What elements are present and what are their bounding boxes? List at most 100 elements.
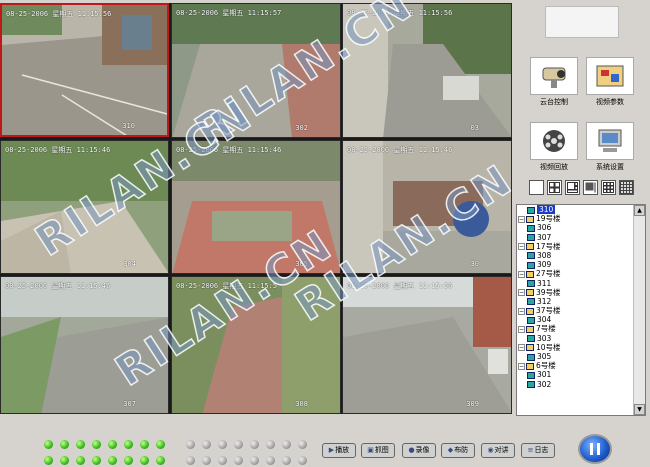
tree-camera-item[interactable]: 308 xyxy=(517,251,634,260)
control-button-3[interactable]: ●录像 xyxy=(402,443,436,458)
camera-view-309[interactable]: 08-25-2006 星期五 11:15:56 309 xyxy=(342,276,512,414)
camera-view-307[interactable]: 08-25-2006 星期五 11:15:46 307 xyxy=(0,276,169,414)
camera-scene-image xyxy=(1,141,168,273)
control-button-label: 布防 xyxy=(454,446,469,454)
intercom-icon: ◉ xyxy=(487,446,494,454)
camera-view-304[interactable]: 08-25-2006 星期五 11:15:46 304 xyxy=(0,140,169,274)
tree-item-label: 6号楼 xyxy=(536,361,556,371)
camera-view-302[interactable]: 08-25-2006 星期五 11:15:57 302 xyxy=(171,3,341,138)
camera-icon xyxy=(527,335,535,343)
tree-camera-item[interactable]: 307 xyxy=(517,233,634,242)
collapse-icon[interactable]: − xyxy=(518,270,525,278)
status-led-top-16 xyxy=(298,440,307,449)
sixteen-view-icon[interactable] xyxy=(619,180,634,195)
timestamp: 08-25-2006 星期五 11:15:56 xyxy=(6,10,112,18)
camera-icon xyxy=(527,252,535,260)
camera-tree[interactable]: 310 − 19号楼 306 307 − 17号楼 308 309 − 27号楼 311 − 39号楼 31… xyxy=(516,204,646,416)
tree-camera-item[interactable]: 306 xyxy=(517,223,634,232)
layout-selector xyxy=(529,180,647,198)
tree-group[interactable]: − 10号楼 xyxy=(517,343,634,352)
tree-camera-item[interactable]: 304 xyxy=(517,315,634,324)
camera-icon xyxy=(527,371,535,379)
six-view-icon[interactable] xyxy=(565,180,580,195)
collapse-icon[interactable]: − xyxy=(518,307,525,315)
camera-scene-image xyxy=(172,141,340,273)
camera-view-305[interactable]: 08-25-2006 星期五 11:15:46 305 xyxy=(171,140,341,274)
single-view-icon[interactable] xyxy=(529,180,544,195)
status-led-top-15 xyxy=(282,440,291,449)
quad-view-icon[interactable] xyxy=(547,180,562,195)
tree-item-label: 309 xyxy=(537,260,552,270)
control-button-5[interactable]: ◉对讲 xyxy=(481,443,515,458)
nine-view-icon[interactable] xyxy=(601,180,616,195)
tree-camera-item[interactable]: 301 xyxy=(517,370,634,379)
collapse-icon[interactable]: − xyxy=(518,289,525,297)
tree-item-label: 312 xyxy=(537,296,552,306)
camera-scene-image xyxy=(172,4,340,137)
status-led-top-14 xyxy=(266,440,275,449)
control-button-label: 日志 xyxy=(534,446,549,454)
collapse-icon[interactable]: − xyxy=(518,215,525,223)
camera-view-03[interactable]: 08-25-2006 星期五 11:15:56 03 xyxy=(342,3,512,138)
camera-grid: 08-25-2006 星期五 11:15:56 310 08-25-2006 星… xyxy=(0,0,522,414)
pause-button[interactable] xyxy=(578,434,612,464)
camera-scene-image xyxy=(2,5,167,135)
tree-item-label: 307 xyxy=(537,232,552,242)
camera-icon xyxy=(527,224,535,232)
camera-number: 305 xyxy=(295,260,308,268)
tree-camera-item[interactable]: 302 xyxy=(517,380,634,389)
tree-item-label: 10号楼 xyxy=(536,342,561,352)
control-button-6[interactable]: ≡日志 xyxy=(521,443,555,458)
status-led-top-3 xyxy=(76,440,85,449)
video-playback-button[interactable]: 视频回放 xyxy=(529,122,579,172)
tree-scrollbar[interactable]: ▲ ▼ xyxy=(633,205,645,415)
camera-number: 309 xyxy=(466,400,479,408)
folder-icon xyxy=(526,215,534,223)
timestamp: 08-25-2006 星期五 11:15:56 xyxy=(347,282,453,290)
status-led-top-10 xyxy=(202,440,211,449)
video-params-button[interactable]: 视频参数 xyxy=(585,57,635,107)
folder-icon xyxy=(526,289,534,297)
tree-camera-item[interactable]: 311 xyxy=(517,279,634,288)
tree-camera-item[interactable]: 310 xyxy=(517,205,634,214)
eight-view-icon[interactable] xyxy=(583,180,598,195)
camera-view-310[interactable]: 08-25-2006 星期五 11:15:56 310 xyxy=(0,3,169,137)
control-bar: ▶播放 ▣抓图 ●录像 ◆布防 ◉对讲 ≡日志 xyxy=(0,420,650,467)
status-led-top-4 xyxy=(92,440,101,449)
collapse-icon[interactable]: − xyxy=(518,362,525,370)
status-led-bottom-10 xyxy=(202,456,211,465)
tree-camera-item[interactable]: 303 xyxy=(517,334,634,343)
collapse-icon[interactable]: − xyxy=(518,325,525,333)
status-led-top-1 xyxy=(44,440,53,449)
ptz-control-button[interactable]: 云台控制 xyxy=(529,57,579,107)
tree-group[interactable]: − 17号楼 xyxy=(517,242,634,251)
tree-group[interactable]: − 6号楼 xyxy=(517,361,634,370)
tree-group[interactable]: − 27号楼 xyxy=(517,269,634,278)
tree-item-label: 311 xyxy=(537,278,552,288)
status-led-bottom-2 xyxy=(60,456,69,465)
tree-camera-item[interactable]: 309 xyxy=(517,260,634,269)
tree-item-label: 27号楼 xyxy=(536,269,561,279)
collapse-icon[interactable]: − xyxy=(518,344,525,352)
system-settings-button[interactable]: 系统设置 xyxy=(585,122,635,172)
scroll-up-icon[interactable]: ▲ xyxy=(634,205,645,216)
status-led-bottom-6 xyxy=(124,456,133,465)
camera-number: 304 xyxy=(123,260,136,268)
status-led-bottom-8 xyxy=(156,456,165,465)
tree-group[interactable]: − 37号楼 xyxy=(517,306,634,315)
status-led-top-2 xyxy=(60,440,69,449)
control-button-1[interactable]: ▶播放 xyxy=(322,443,356,458)
camera-icon xyxy=(527,381,535,389)
scroll-down-icon[interactable]: ▼ xyxy=(634,404,645,415)
tree-camera-item[interactable]: 312 xyxy=(517,297,634,306)
tree-group[interactable]: − 39号楼 xyxy=(517,288,634,297)
collapse-icon[interactable]: − xyxy=(518,243,525,251)
control-button-4[interactable]: ◆布防 xyxy=(441,443,475,458)
camera-view-30[interactable]: 08-25-2006 星期五 11:15:46 30 xyxy=(342,140,512,274)
camera-view-308[interactable]: 08-25-2006 星期五 11:15:5 308 xyxy=(171,276,341,414)
tree-group[interactable]: − 19号楼 xyxy=(517,214,634,223)
tree-group[interactable]: − 7号楼 xyxy=(517,324,634,333)
tree-camera-item[interactable]: 305 xyxy=(517,352,634,361)
tree-item-label: 308 xyxy=(537,250,552,260)
control-button-2[interactable]: ▣抓图 xyxy=(361,443,395,458)
